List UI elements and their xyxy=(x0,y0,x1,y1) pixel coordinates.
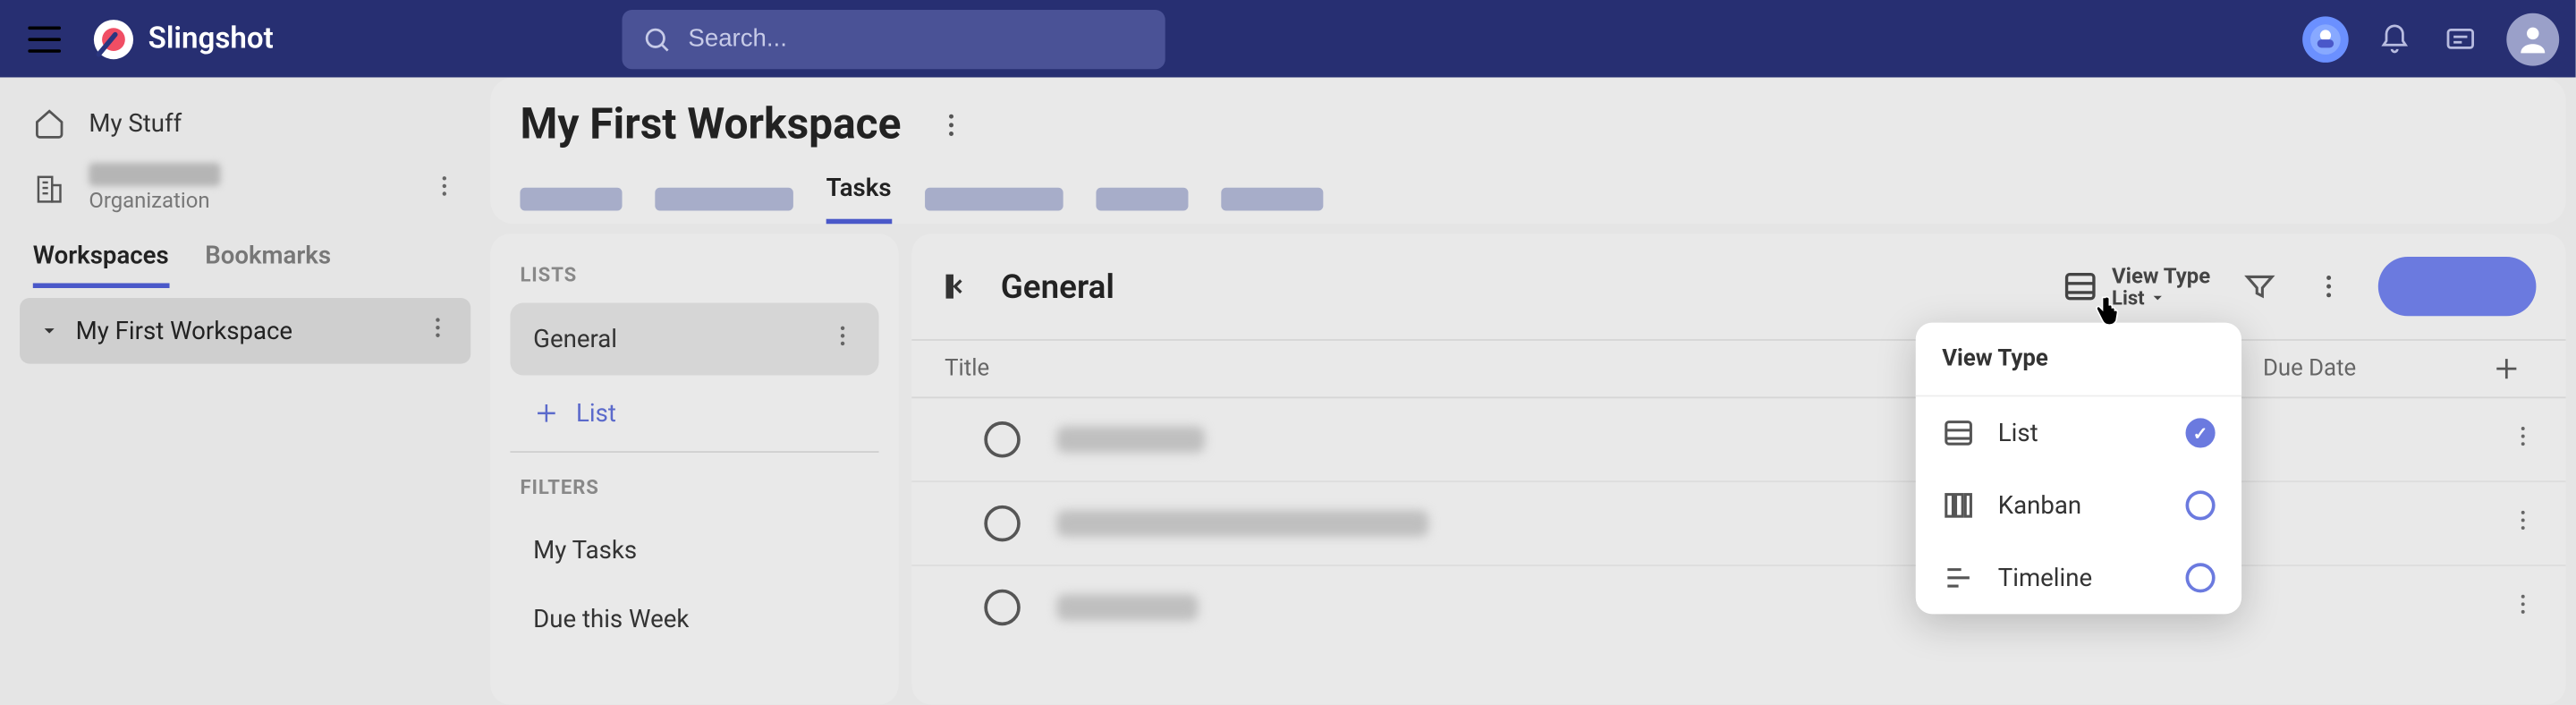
option-selected-indicator xyxy=(2186,418,2216,447)
chat-icon[interactable] xyxy=(2441,19,2480,58)
task-title-redacted xyxy=(1056,427,1205,453)
org-subtitle: Organization xyxy=(89,190,220,215)
task-row[interactable] xyxy=(911,566,2565,649)
option-label: Kanban xyxy=(1998,490,2163,520)
task-row[interactable] xyxy=(911,398,2565,482)
workspace-title: My First Workspace xyxy=(520,100,901,149)
app-logo[interactable]: Slingshot xyxy=(92,17,274,60)
task-title-redacted xyxy=(1056,594,1198,620)
option-unselected-indicator xyxy=(2186,490,2216,520)
task-row-more-icon[interactable] xyxy=(2510,423,2536,456)
task-row-more-icon[interactable] xyxy=(2510,591,2536,624)
header-tab-redacted[interactable] xyxy=(655,187,793,210)
workspace-header: My First Workspace Tasks xyxy=(490,77,2565,224)
list-item-more-icon[interactable] xyxy=(829,323,855,356)
sidebar-workspace-more-icon[interactable] xyxy=(425,314,451,347)
view-type-option-kanban[interactable]: Kanban xyxy=(1916,469,2241,541)
header-tab-redacted[interactable] xyxy=(1096,187,1188,210)
timeline-icon xyxy=(1942,561,1975,594)
org-name-redacted xyxy=(89,163,220,186)
nav-my-stuff[interactable]: My Stuff xyxy=(13,94,478,153)
task-title-redacted xyxy=(1056,510,1428,536)
filter-due-this-week[interactable]: Due this Week xyxy=(510,584,878,653)
notifications-icon[interactable] xyxy=(2375,19,2414,58)
option-unselected-indicator xyxy=(2186,563,2216,592)
view-type-button[interactable]: View Type List xyxy=(2063,266,2210,307)
add-list-label: List xyxy=(576,398,616,428)
chevron-down-icon xyxy=(2149,289,2165,305)
add-list-button[interactable]: List xyxy=(510,376,878,453)
org-more-icon[interactable] xyxy=(431,172,457,205)
list-item-label: General xyxy=(533,324,617,353)
view-type-popover: View Type List Kanban xyxy=(1916,323,2241,615)
top-bar: Slingshot xyxy=(0,0,2576,77)
left-sidebar: My Stuff Organization Workspaces Bookmar… xyxy=(0,77,490,704)
presence-avatar[interactable] xyxy=(2302,15,2349,62)
app-name: Slingshot xyxy=(148,21,274,56)
sidebar-tab-bookmarks[interactable]: Bookmarks xyxy=(205,241,331,288)
plus-icon xyxy=(533,400,559,426)
content-title: General xyxy=(1001,267,1114,306)
header-tab-tasks[interactable]: Tasks xyxy=(826,173,892,224)
view-type-label: View Type xyxy=(2112,266,2210,287)
task-row-more-icon[interactable] xyxy=(2510,507,2536,540)
content-more-icon[interactable] xyxy=(2309,267,2349,306)
collapse-panel-icon[interactable] xyxy=(941,268,977,304)
building-icon xyxy=(33,170,66,206)
search-input[interactable] xyxy=(688,25,1146,53)
sidebar-workspace-label: My First Workspace xyxy=(76,316,292,345)
hamburger-menu-icon[interactable] xyxy=(16,11,72,67)
view-type-option-list[interactable]: List xyxy=(1916,396,2241,469)
sidebar-tab-workspaces[interactable]: Workspaces xyxy=(33,241,169,288)
workspace-more-icon[interactable] xyxy=(931,106,970,145)
popover-title: View Type xyxy=(1916,323,2241,397)
task-table-header: Title Due Date xyxy=(911,339,2565,398)
home-icon xyxy=(33,107,66,140)
list-icon xyxy=(1942,417,1975,450)
user-avatar[interactable] xyxy=(2506,13,2559,65)
search-icon xyxy=(642,24,672,54)
lists-panel: LISTS General List FILTERS My Tasks Due … xyxy=(490,234,898,704)
task-complete-toggle[interactable] xyxy=(984,590,1020,625)
list-item-general[interactable]: General xyxy=(510,303,878,376)
task-row[interactable] xyxy=(911,482,2565,566)
filters-section-label: FILTERS xyxy=(510,466,878,515)
option-label: List xyxy=(1998,418,2163,447)
task-list-panel: General View Type List xyxy=(911,234,2565,704)
task-complete-toggle[interactable] xyxy=(984,421,1020,457)
lists-section-label: LISTS xyxy=(510,253,878,302)
view-type-option-timeline[interactable]: Timeline xyxy=(1916,541,2241,614)
caret-down-icon xyxy=(39,321,59,341)
global-search[interactable] xyxy=(623,9,1165,68)
kanban-icon xyxy=(1942,488,1975,522)
option-label: Timeline xyxy=(1998,563,2163,592)
column-due-date: Due Date xyxy=(2263,355,2477,381)
slingshot-logo-icon xyxy=(92,17,135,60)
primary-action-button[interactable] xyxy=(2378,257,2537,316)
nav-organization[interactable]: Organization xyxy=(13,153,478,224)
nav-my-stuff-label: My Stuff xyxy=(89,108,182,138)
header-tab-redacted[interactable] xyxy=(924,187,1063,210)
task-complete-toggle[interactable] xyxy=(984,505,1020,541)
header-tab-redacted[interactable] xyxy=(1221,187,1323,210)
sidebar-workspace-item[interactable]: My First Workspace xyxy=(20,298,470,364)
add-column-icon[interactable] xyxy=(2477,354,2536,384)
filter-my-tasks[interactable]: My Tasks xyxy=(510,515,878,584)
cursor-pointer-icon xyxy=(2090,293,2123,336)
header-tab-redacted[interactable] xyxy=(520,187,622,210)
filter-icon[interactable] xyxy=(2240,267,2279,306)
